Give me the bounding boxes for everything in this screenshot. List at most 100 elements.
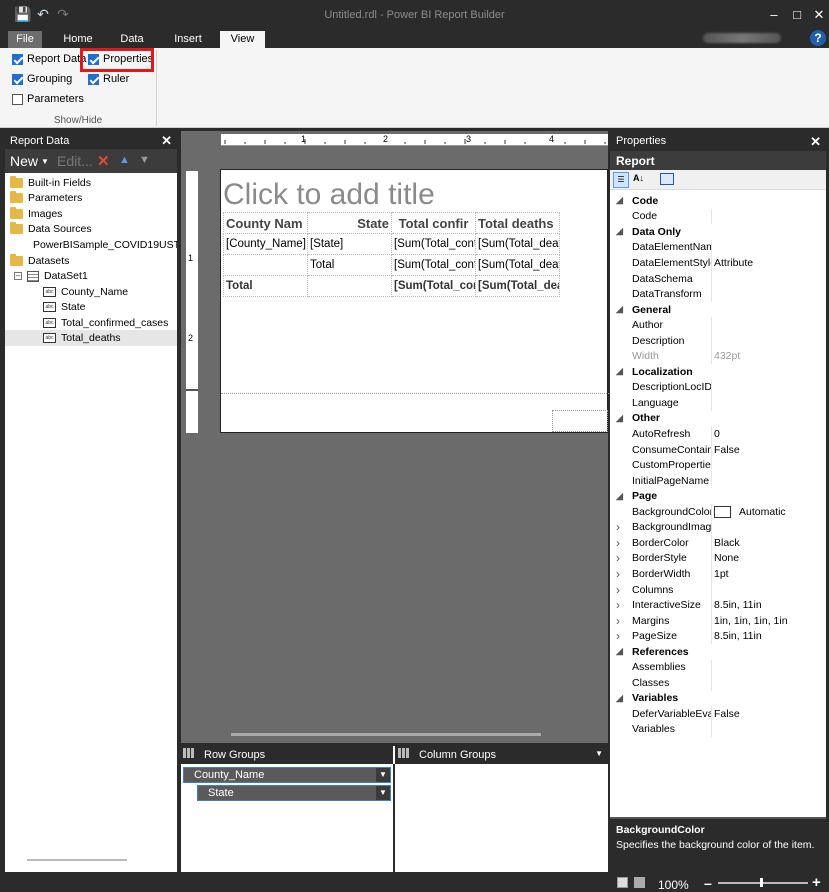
table-cell[interactable]: [Sum(Total_deat	[475, 254, 560, 276]
report-data-checkbox[interactable]: Report Data	[12, 53, 86, 65]
tree-item-parameters[interactable]: Parameters	[10, 190, 82, 206]
report-title-placeholder[interactable]: Click to add title	[223, 178, 435, 212]
property-category[interactable]: ◢ Data Only	[610, 224, 826, 240]
close-icon[interactable]: ✕	[811, 7, 827, 23]
property-value[interactable]: 1in, 1in, 1in, 1in	[714, 615, 788, 627]
property-row[interactable]: DescriptionLocID	[610, 379, 826, 396]
property-row[interactable]: › BorderStyle None	[610, 550, 826, 567]
close-icon[interactable]: ✕	[161, 133, 172, 149]
property-row[interactable]: DataSchema	[610, 270, 826, 287]
move-down-icon[interactable]: ▼	[139, 154, 150, 166]
expand-icon[interactable]: ›	[616, 598, 620, 612]
tab-file[interactable]: File	[8, 31, 42, 48]
expand-icon[interactable]: ›	[616, 536, 620, 550]
expand-icon[interactable]: ›	[616, 629, 620, 643]
table-cell[interactable]: [Sum(Total_deat	[475, 233, 560, 255]
color-swatch[interactable]	[714, 505, 731, 518]
property-value[interactable]: Attribute	[714, 257, 753, 269]
expand-icon[interactable]: ›	[616, 567, 620, 581]
tab-insert[interactable]: Insert	[168, 31, 208, 48]
minimize-icon[interactable]: –	[766, 7, 782, 23]
property-row[interactable]: › Columns	[610, 581, 826, 598]
tree-item-dataset1[interactable]: – DataSet1	[14, 268, 88, 284]
horizontal-scrollbar[interactable]	[231, 733, 541, 736]
categorized-icon[interactable]: ☰	[613, 172, 629, 188]
table-cell[interactable]: [County_Name]	[223, 233, 308, 255]
chevron-down-icon[interactable]: ▼	[376, 786, 390, 800]
property-row[interactable]: Language	[610, 395, 826, 411]
chevron-down-icon[interactable]: ▼	[376, 768, 390, 782]
tree-item-field[interactable]: abc State	[43, 299, 86, 315]
property-row[interactable]: Author	[610, 317, 826, 333]
tree-item-field-selected[interactable]: abc Total_deaths	[5, 330, 177, 346]
property-row[interactable]: Width 432pt	[610, 348, 826, 365]
chevron-down-icon[interactable]: ▼	[595, 749, 603, 758]
property-row[interactable]: DataElementStyle Attribute	[610, 255, 826, 271]
property-row[interactable]: › Margins 1in, 1in, 1in, 1in	[610, 612, 826, 629]
collapse-icon[interactable]: ◢	[616, 646, 623, 657]
row-group-state[interactable]: State ▼	[197, 785, 391, 801]
tree-item-data-sources[interactable]: Data Sources	[10, 221, 92, 237]
property-category[interactable]: ◢ General	[610, 302, 826, 318]
collapse-icon[interactable]: ◢	[616, 304, 623, 315]
ruler-checkbox[interactable]: Ruler	[88, 73, 129, 85]
property-row[interactable]: › BackgroundImage	[610, 519, 826, 536]
property-row[interactable]: › PageSize 8.5in, 11in	[610, 628, 826, 644]
edit-button[interactable]: Edit...	[57, 153, 93, 169]
tree-item-datasource[interactable]: PowerBISample_COVID19USTr	[28, 237, 177, 253]
property-value[interactable]: Automatic	[714, 506, 786, 518]
property-value[interactable]: 0	[714, 428, 720, 440]
close-icon[interactable]: ✕	[810, 134, 821, 150]
property-value[interactable]: 8.5in, 11in	[714, 630, 762, 642]
property-category[interactable]: ◢ References	[610, 644, 826, 660]
property-value[interactable]: 432pt	[714, 350, 740, 362]
property-value[interactable]: 8.5in, 11in	[714, 599, 762, 611]
table-cell[interactable]	[307, 275, 392, 297]
property-category[interactable]: ◢ Other	[610, 411, 826, 427]
collapse-icon[interactable]: ◢	[616, 693, 623, 704]
property-value[interactable]: False	[714, 708, 740, 720]
collapse-icon[interactable]: ◢	[616, 195, 623, 206]
property-category[interactable]: ◢ Localization	[610, 364, 826, 380]
property-value[interactable]: Black	[714, 537, 740, 549]
table-cell[interactable]: [State]	[307, 233, 392, 255]
property-row[interactable]: Variables	[610, 721, 826, 738]
property-value[interactable]: False	[714, 444, 740, 456]
chevron-down-icon[interactable]: ▼	[41, 157, 49, 166]
table-cell[interactable]: [Sum(Total_dea	[475, 275, 560, 297]
maximize-icon[interactable]: □	[789, 7, 805, 23]
horizontal-scrollbar[interactable]	[27, 859, 127, 861]
property-row[interactable]: DeferVariableEval False	[610, 706, 826, 722]
zoom-in-icon[interactable]: +	[812, 874, 821, 891]
table-cell[interactable]: Total	[223, 275, 308, 297]
tree-item-field[interactable]: abc County_Name	[43, 284, 128, 300]
zoom-slider[interactable]	[718, 882, 808, 884]
tab-view[interactable]: View	[220, 31, 265, 48]
grouping-checkbox[interactable]: Grouping	[12, 73, 72, 85]
collapse-icon[interactable]: ◢	[616, 491, 623, 502]
property-row[interactable]: BackgroundColor Automatic	[610, 504, 826, 520]
property-row[interactable]: Description	[610, 332, 826, 349]
property-row[interactable]: InitialPageName	[610, 472, 826, 489]
property-row[interactable]: DataElementNam	[610, 239, 826, 256]
tab-home[interactable]: Home	[60, 31, 96, 48]
delete-icon[interactable]: ✕	[97, 152, 110, 170]
table-cell[interactable]	[223, 254, 308, 276]
table-cell[interactable]: [Sum(Total_conf	[391, 254, 476, 276]
row-group-county-name[interactable]: County_Name ▼	[183, 767, 391, 783]
property-row[interactable]: AutoRefresh 0	[610, 426, 826, 442]
footer-textbox[interactable]	[552, 410, 608, 432]
collapse-icon[interactable]: ◢	[616, 366, 623, 377]
property-row[interactable]: Code	[610, 208, 826, 225]
expand-icon[interactable]: ›	[616, 583, 620, 597]
property-row[interactable]: CustomProperties	[610, 457, 826, 473]
property-row[interactable]: Assemblies	[610, 659, 826, 676]
collapse-icon[interactable]: ◢	[616, 413, 623, 424]
property-category[interactable]: ◢ Code	[610, 193, 826, 209]
table-cell[interactable]: Total confir	[391, 212, 476, 234]
property-row[interactable]: › InteractiveSize 8.5in, 11in	[610, 597, 826, 613]
table-cell[interactable]: County Nam	[223, 212, 308, 234]
property-row[interactable]: ConsumeContain False	[610, 441, 826, 458]
table-cell[interactable]: Total	[307, 254, 392, 276]
property-row[interactable]: Classes	[610, 675, 826, 691]
